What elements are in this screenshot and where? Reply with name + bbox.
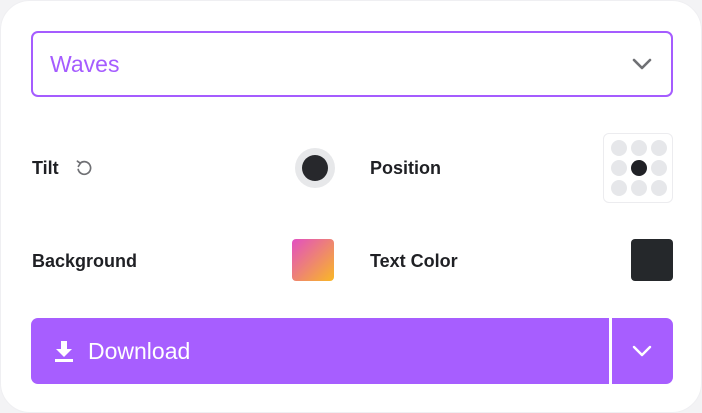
position-dot-center[interactable] (631, 160, 647, 176)
position-label: Position (370, 158, 441, 178)
position-grid (603, 133, 673, 203)
position-dot-middle-left[interactable] (611, 160, 627, 176)
download-label: Download (88, 338, 191, 364)
position-dot-bottom-left[interactable] (611, 180, 627, 196)
background-color-swatch[interactable] (292, 239, 334, 281)
pattern-select[interactable]: Waves (31, 31, 673, 97)
download-options-button[interactable] (612, 318, 673, 384)
download-icon (55, 341, 73, 362)
position-dot-bottom-right[interactable] (651, 180, 667, 196)
text-color-swatch[interactable] (631, 239, 673, 281)
pattern-select-value: Waves (50, 51, 120, 77)
reset-icon[interactable] (74, 158, 94, 178)
tilt-knob[interactable] (295, 148, 335, 188)
download-split-button: Download (31, 318, 673, 384)
position-dot-bottom-center[interactable] (631, 180, 647, 196)
settings-panel: Waves Tilt Position Background Text Colo… (0, 0, 702, 413)
position-dot-middle-right[interactable] (651, 160, 667, 176)
position-dot-top-center[interactable] (631, 140, 647, 156)
position-dot-top-left[interactable] (611, 140, 627, 156)
chevron-down-icon (632, 345, 652, 357)
download-button[interactable]: Download (31, 318, 609, 384)
tilt-knob-handle (302, 155, 328, 181)
chevron-down-icon (632, 58, 652, 70)
tilt-label: Tilt (32, 158, 59, 178)
position-dot-top-right[interactable] (651, 140, 667, 156)
text-color-label: Text Color (370, 251, 458, 271)
background-label: Background (32, 251, 138, 271)
